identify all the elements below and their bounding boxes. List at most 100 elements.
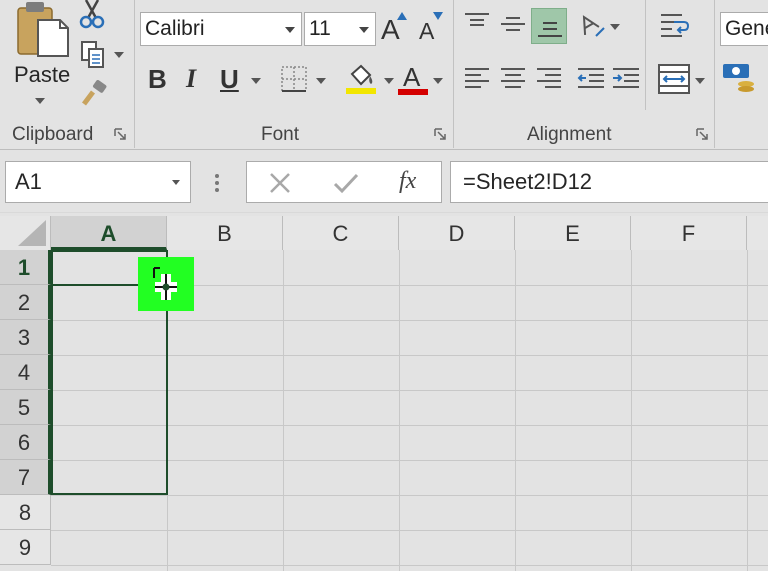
- font-color-swatch: [398, 89, 428, 95]
- gridline: [631, 250, 632, 571]
- row-header-label: 7: [17, 465, 31, 490]
- top-align-icon[interactable]: [464, 12, 490, 32]
- align-left-icon[interactable]: [464, 66, 490, 92]
- gridline: [283, 250, 284, 571]
- orientation-dropdown-arrow[interactable]: [610, 24, 620, 30]
- font-size-combo[interactable]: 11: [304, 12, 376, 46]
- column-header-e[interactable]: E: [515, 216, 631, 250]
- gridline: [51, 495, 768, 496]
- clipboard-icon: [17, 2, 69, 57]
- font-color-button[interactable]: A: [398, 62, 430, 96]
- middle-align-icon[interactable]: [500, 12, 526, 36]
- paste-dropdown-arrow[interactable]: [35, 98, 45, 104]
- shrink-font-glyph: A: [419, 18, 435, 44]
- column-header-f[interactable]: F: [631, 216, 747, 250]
- row-header-label: 9: [18, 535, 32, 560]
- italic-button[interactable]: I: [186, 64, 196, 94]
- row-header-5[interactable]: 5: [0, 390, 51, 425]
- formula-text: =Sheet2!D12: [463, 169, 593, 194]
- align-right-icon[interactable]: [536, 66, 562, 92]
- font-group-label: Font: [261, 124, 300, 145]
- grow-font-button[interactable]: A: [381, 10, 409, 45]
- cancel-icon[interactable]: [269, 172, 291, 194]
- name-box[interactable]: A1: [5, 161, 191, 203]
- group-separator: [714, 0, 715, 148]
- column-header-label: E: [565, 221, 580, 246]
- accounting-format-icon[interactable]: [722, 62, 756, 94]
- gridline: [51, 565, 768, 566]
- group-separator: [453, 0, 454, 148]
- font-name-combo[interactable]: Calibri: [140, 12, 302, 46]
- bottom-align-button[interactable]: [531, 8, 567, 44]
- column-header-label: A: [100, 221, 117, 246]
- row-header-label: 8: [18, 500, 32, 525]
- format-painter-icon[interactable]: [80, 80, 108, 108]
- paste-label: Paste: [14, 62, 71, 87]
- insert-function-button[interactable]: fx: [399, 168, 416, 195]
- row-header-label: 6: [17, 430, 31, 455]
- shrink-font-button[interactable]: A: [419, 10, 447, 44]
- fill-color-swatch: [346, 88, 376, 94]
- more-options-icon[interactable]: [214, 173, 220, 193]
- row-header-label: 2: [17, 290, 31, 315]
- paste-button[interactable]: Paste: [6, 0, 74, 112]
- row-header-label: 3: [17, 325, 31, 350]
- bold-button[interactable]: B: [148, 64, 167, 95]
- column-header-label: C: [332, 221, 349, 246]
- row-header-3[interactable]: 3: [0, 320, 51, 355]
- enter-check-icon[interactable]: [333, 172, 359, 194]
- alignment-group-label: Alignment: [527, 124, 612, 145]
- wrap-text-icon[interactable]: [660, 12, 690, 40]
- gridline: [515, 250, 516, 571]
- borders-icon[interactable]: [281, 66, 307, 92]
- column-header-label: D: [448, 221, 465, 246]
- font-color-dropdown-arrow[interactable]: [433, 78, 443, 84]
- copy-dropdown-arrow[interactable]: [114, 52, 124, 58]
- row-header-9[interactable]: 9: [0, 530, 51, 565]
- bottom-align-icon: [538, 22, 562, 37]
- row-header-8[interactable]: 8: [0, 495, 51, 530]
- column-header-d[interactable]: D: [399, 216, 515, 250]
- row-header-label: 1: [17, 255, 31, 280]
- align-center-icon[interactable]: [500, 66, 526, 92]
- formula-input[interactable]: =Sheet2!D12: [450, 161, 768, 203]
- grow-arrow-icon: [397, 12, 407, 20]
- number-format-combo[interactable]: Gene: [720, 12, 768, 46]
- column-header-b[interactable]: B: [167, 216, 283, 250]
- orientation-icon[interactable]: [576, 10, 606, 40]
- row-header-6[interactable]: 6: [0, 425, 51, 460]
- copy-icon[interactable]: [80, 40, 108, 70]
- name-box-dropdown-arrow[interactable]: [172, 180, 180, 185]
- row-header-7[interactable]: 7: [0, 460, 51, 495]
- number-format-value: Gene: [725, 17, 768, 40]
- column-header-a[interactable]: A: [51, 216, 167, 250]
- row-header-2[interactable]: 2: [0, 285, 51, 320]
- font-launcher-icon[interactable]: [434, 128, 446, 140]
- merge-center-icon[interactable]: [658, 64, 690, 94]
- borders-dropdown-arrow[interactable]: [316, 78, 326, 84]
- merge-center-dropdown-arrow[interactable]: [695, 78, 705, 84]
- alignment-launcher-icon[interactable]: [696, 128, 708, 140]
- select-all-corner[interactable]: [0, 216, 51, 250]
- row-header-4[interactable]: 4: [0, 355, 51, 390]
- column-header-label: F: [681, 221, 696, 246]
- group-separator: [134, 0, 135, 148]
- gridline: [51, 530, 768, 531]
- cut-icon[interactable]: [78, 0, 106, 30]
- fill-color-dropdown-arrow[interactable]: [384, 78, 394, 84]
- column-header-c[interactable]: C: [283, 216, 399, 250]
- font-name-value: Calibri: [145, 17, 205, 40]
- row-header-1[interactable]: 1: [0, 250, 51, 285]
- font-name-dropdown-arrow[interactable]: [285, 27, 295, 33]
- clipboard-launcher-icon[interactable]: [114, 128, 126, 140]
- increase-indent-icon[interactable]: [612, 66, 640, 92]
- fill-color-icon[interactable]: [344, 62, 378, 96]
- formula-buttons: fx: [246, 161, 442, 203]
- font-size-dropdown-arrow[interactable]: [359, 27, 369, 33]
- underline-button[interactable]: U: [220, 64, 239, 95]
- underline-dropdown-arrow[interactable]: [251, 78, 261, 84]
- gridline: [399, 250, 400, 571]
- column-header-g[interactable]: [747, 216, 768, 250]
- gridline: [747, 250, 748, 571]
- decrease-indent-icon[interactable]: [577, 66, 605, 92]
